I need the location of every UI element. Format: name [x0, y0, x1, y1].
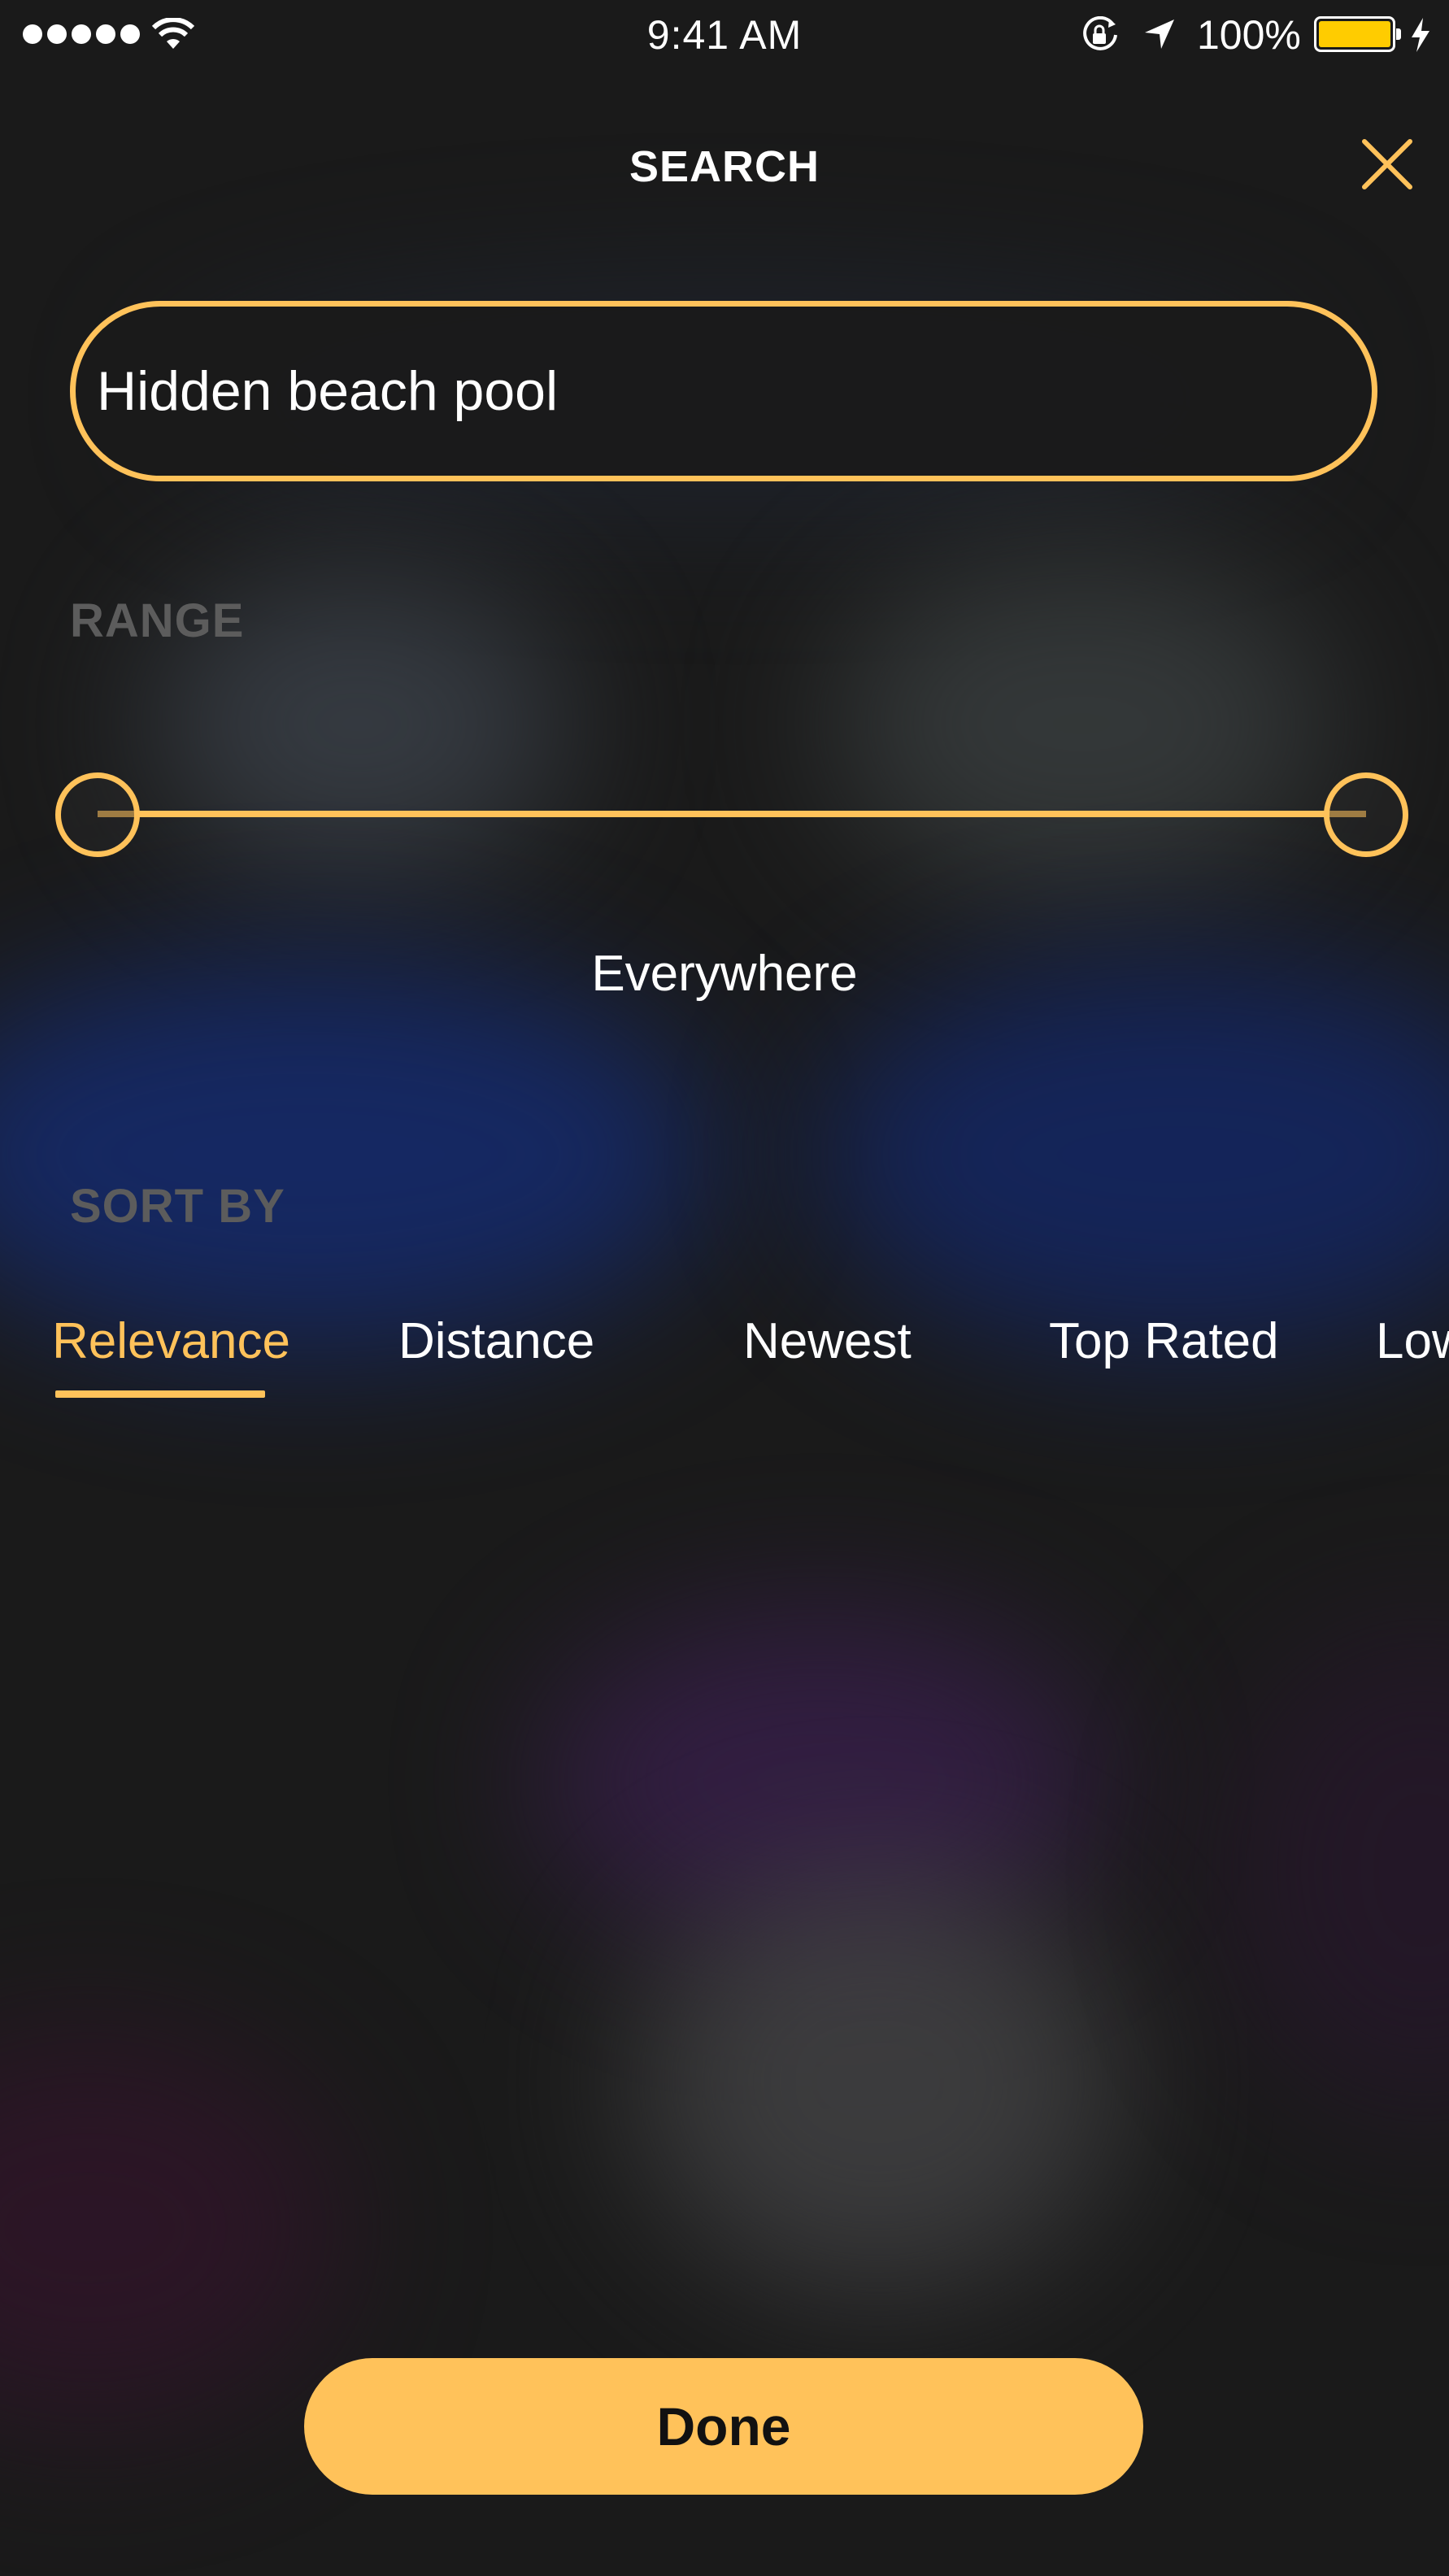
range-value: Everywhere: [591, 946, 858, 1002]
battery-fill: [1319, 21, 1390, 47]
range-label: RANGE: [70, 594, 245, 647]
search-input[interactable]: [97, 307, 1316, 476]
sort-tab-distance[interactable]: Distance: [398, 1312, 594, 1370]
close-icon[interactable]: [1360, 137, 1415, 192]
battery-icon: [1314, 16, 1401, 52]
search-screen: 9:41 AM 100% SEARCH RANGE Every: [0, 0, 1449, 2576]
sort-tab-relevance[interactable]: Relevance: [52, 1312, 290, 1370]
sort-tab-newest[interactable]: Newest: [743, 1312, 912, 1370]
background-blur: [0, 2033, 342, 2423]
done-button[interactable]: Done: [304, 2358, 1143, 2495]
range-slider-track: [98, 811, 1366, 817]
search-field[interactable]: [70, 301, 1377, 481]
page-title: SEARCH: [629, 142, 820, 191]
charging-bolt-icon: [1412, 18, 1429, 52]
sort-tabs: Relevance Distance Newest Top Rated Lowe…: [0, 1312, 1449, 1402]
range-slider[interactable]: [55, 772, 1408, 859]
battery-percent: 100%: [1197, 12, 1301, 58]
range-slider-min-thumb[interactable]: [55, 772, 140, 857]
range-slider-max-thumb[interactable]: [1324, 772, 1408, 857]
sort-tab-top-rated[interactable]: Top Rated: [1049, 1312, 1279, 1370]
active-tab-indicator: [55, 1390, 265, 1398]
background-blur: [634, 1870, 1122, 2293]
sort-tab-lowest-price[interactable]: Lowest Price: [1376, 1312, 1449, 1370]
rotation-lock-icon: [1083, 16, 1117, 50]
background-blur: [1220, 1626, 1449, 2114]
background-blur: [0, 959, 716, 1350]
background-blur: [813, 959, 1449, 1350]
status-bar: 9:41 AM 100%: [0, 0, 1449, 70]
sort-by-label: SORT BY: [70, 1180, 285, 1233]
location-arrow-icon: [1145, 20, 1174, 49]
